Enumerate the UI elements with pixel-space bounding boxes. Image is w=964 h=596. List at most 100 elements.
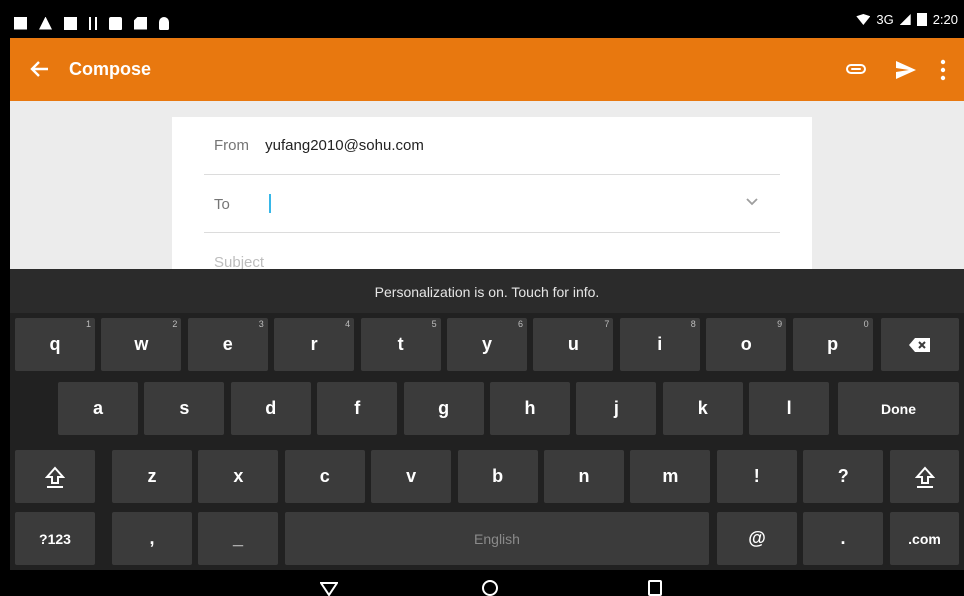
- period-key[interactable]: .: [803, 512, 883, 565]
- shift-key-right[interactable]: [890, 450, 959, 503]
- chevron-down-icon[interactable]: [745, 197, 759, 207]
- key-a-label: a: [92, 398, 103, 418]
- key-f[interactable]: f: [317, 382, 398, 435]
- signal-icon: [899, 14, 911, 25]
- key-m-label: m: [662, 466, 679, 486]
- key-exclamation[interactable]: !: [716, 450, 797, 503]
- key-d[interactable]: d: [230, 382, 311, 435]
- from-row[interactable]: From yufang2010@sohu.com: [214, 137, 424, 154]
- key-b[interactable]: b: [457, 450, 538, 503]
- key-exclamation-label: !: [753, 466, 760, 486]
- key-k[interactable]: k: [662, 382, 743, 435]
- mail-icon: [14, 16, 27, 30]
- key-w[interactable]: w2: [101, 318, 182, 371]
- key-g[interactable]: g: [403, 382, 484, 435]
- divider: [204, 174, 780, 175]
- notification-icons: [14, 14, 169, 32]
- key-m[interactable]: m: [630, 450, 711, 503]
- key-hint: 5: [431, 319, 437, 329]
- key-x[interactable]: x: [198, 450, 279, 503]
- send-icon[interactable]: [895, 59, 917, 81]
- from-label: From: [214, 137, 249, 154]
- backspace-icon: [909, 337, 930, 352]
- key-t-label: t: [397, 334, 404, 354]
- app-bar: Compose: [10, 38, 964, 101]
- key-o[interactable]: o9: [706, 318, 787, 371]
- dash-key[interactable]: _: [198, 512, 278, 565]
- clock: 2:20: [932, 12, 958, 27]
- space-key[interactable]: English: [285, 512, 709, 565]
- period-key-label: .: [840, 528, 846, 548]
- nav-recents-icon[interactable]: [648, 580, 662, 596]
- at-key[interactable]: @: [717, 512, 797, 565]
- key-hint: 9: [777, 319, 783, 329]
- compose-card: From yufang2010@sohu.com To Subject: [172, 117, 812, 277]
- warning-icon: [39, 16, 52, 30]
- nav-home-icon[interactable]: [482, 580, 498, 596]
- key-k-label: k: [697, 398, 708, 418]
- key-j[interactable]: j: [576, 382, 657, 435]
- key-v[interactable]: v: [371, 450, 452, 503]
- nav-back-icon[interactable]: [320, 582, 338, 596]
- suggestion-strip[interactable]: Personalization is on. Touch for info.: [10, 269, 964, 313]
- page-title: Compose: [69, 59, 152, 79]
- key-y[interactable]: y6: [447, 318, 527, 371]
- key-w-label: w: [134, 334, 149, 354]
- key-l[interactable]: l: [749, 382, 830, 435]
- usb-icon: [89, 16, 97, 30]
- key-p-label: p: [827, 334, 839, 354]
- key-i[interactable]: i8: [619, 318, 700, 371]
- image-icon: [64, 16, 77, 30]
- key-hint: 2: [172, 319, 178, 329]
- key-c[interactable]: c: [284, 450, 365, 503]
- key-hint: 7: [604, 319, 610, 329]
- key-q[interactable]: q1: [15, 318, 95, 371]
- key-hint: 6: [517, 319, 523, 329]
- key-t[interactable]: t5: [360, 318, 441, 371]
- wifi-icon: [856, 14, 871, 25]
- divider: [204, 232, 780, 233]
- system-status: 3G 2:20: [856, 12, 958, 27]
- key-u[interactable]: u7: [533, 318, 614, 371]
- from-value: yufang2010@sohu.com: [265, 137, 424, 154]
- dotcom-key-label: .com: [908, 530, 941, 547]
- key-question[interactable]: ?: [803, 450, 884, 503]
- key-o-label: o: [740, 334, 752, 354]
- done-key-label: Done: [881, 400, 916, 417]
- paperclip-icon[interactable]: [846, 60, 866, 78]
- to-field-cursor[interactable]: [269, 194, 271, 213]
- key-q-label: q: [49, 334, 61, 354]
- key-z-label: z: [147, 466, 157, 486]
- dotcom-key[interactable]: .com: [890, 512, 959, 565]
- key-hint: 0: [863, 319, 869, 329]
- soft-keyboard: Personalization is on. Touch for info. q…: [10, 269, 964, 570]
- key-a[interactable]: a: [58, 382, 138, 435]
- key-l-label: l: [786, 398, 792, 418]
- key-d-label: d: [265, 398, 277, 418]
- key-i-label: i: [657, 334, 663, 354]
- key-s[interactable]: s: [144, 382, 225, 435]
- key-r[interactable]: r4: [274, 318, 355, 371]
- done-key[interactable]: Done: [838, 382, 959, 435]
- key-z[interactable]: z: [112, 450, 192, 503]
- key-hint: 1: [85, 319, 91, 329]
- key-p[interactable]: p0: [792, 318, 873, 371]
- symbols-key[interactable]: ?123: [15, 512, 95, 565]
- shift-icon: [45, 465, 65, 488]
- key-n-label: n: [578, 466, 590, 486]
- key-e[interactable]: e3: [187, 318, 268, 371]
- dash-key-label: _: [232, 528, 243, 548]
- backspace-key[interactable]: [881, 318, 959, 371]
- symbols-key-label: ?123: [39, 530, 71, 547]
- key-s-label: s: [179, 398, 190, 418]
- key-n[interactable]: n: [544, 450, 624, 503]
- key-h[interactable]: h: [490, 382, 570, 435]
- shift-key-left[interactable]: [15, 450, 95, 503]
- key-hint: 8: [690, 319, 696, 329]
- key-x-label: x: [233, 466, 244, 486]
- more-vertical-icon[interactable]: [935, 58, 951, 82]
- comma-key[interactable]: ,: [112, 512, 192, 565]
- network-type: 3G: [876, 12, 894, 27]
- key-r-label: r: [310, 334, 318, 354]
- arrow-left-icon[interactable]: [28, 58, 50, 80]
